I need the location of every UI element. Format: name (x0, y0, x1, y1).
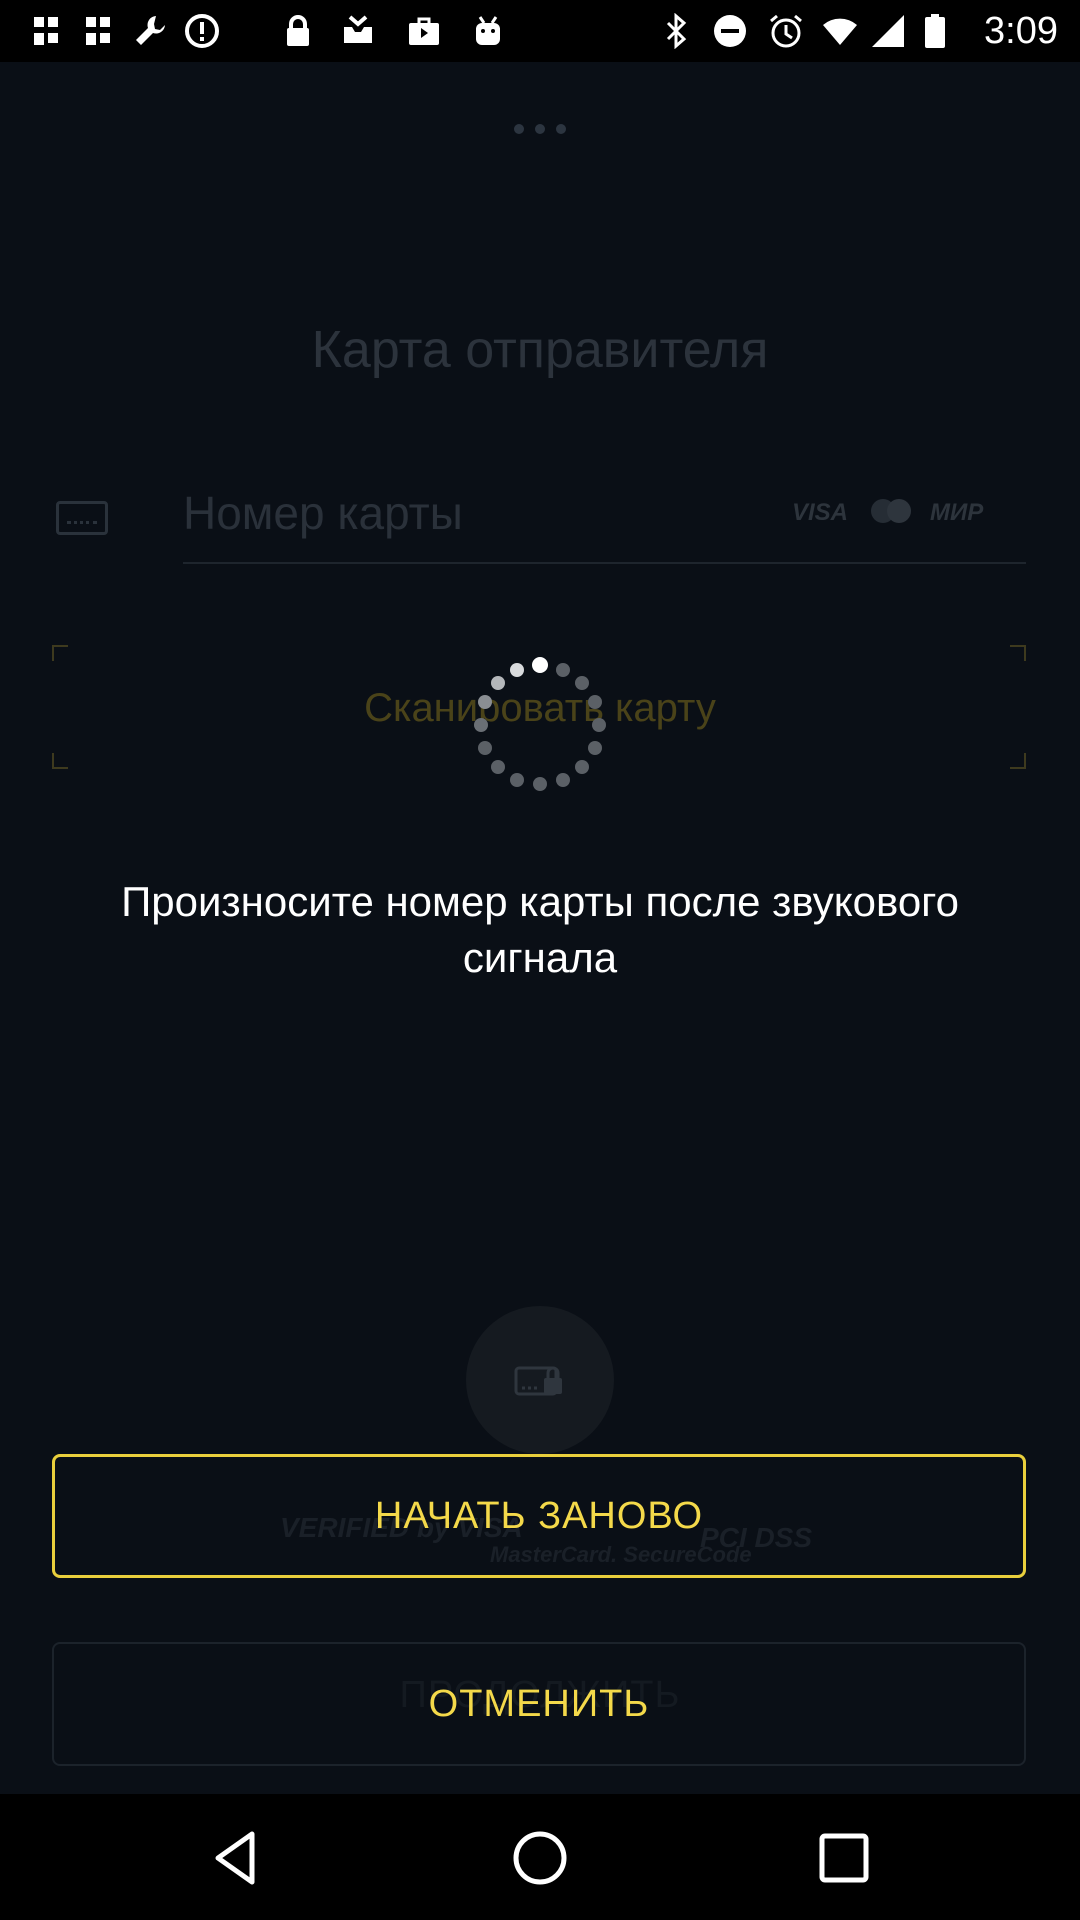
mir-logo: МИР (930, 499, 984, 526)
alarm-icon (770, 14, 802, 48)
card-entry-screen: Карта отправителя Номер карты VISA МИР С… (0, 62, 1080, 1794)
home-icon[interactable] (504, 1822, 576, 1894)
card-number-placeholder: Номер карты (183, 487, 463, 539)
more-dots-icon[interactable] (510, 122, 570, 136)
voice-instruction-text: Произносите номер карты после звукового … (121, 878, 959, 981)
android-icon (476, 16, 500, 45)
cancel-button[interactable]: ОТМЕНИТЬ (52, 1642, 1026, 1766)
mastercard-logo (871, 499, 911, 523)
restart-button[interactable]: НАЧАТЬ ЗАНОВО (52, 1454, 1026, 1578)
dnd-icon (714, 15, 746, 47)
back-icon[interactable] (200, 1822, 272, 1894)
recents-icon[interactable] (808, 1822, 880, 1894)
briefcase-icon (409, 17, 439, 45)
status-bar: 3:09 (0, 0, 1080, 62)
wrench-icon (136, 16, 165, 45)
slack-icon (86, 17, 110, 45)
alert-icon (185, 14, 219, 48)
loading-spinner-icon (474, 657, 606, 791)
bluetooth-icon (666, 13, 687, 49)
inbox-icon (344, 15, 372, 43)
slack-icon (34, 17, 58, 45)
signal-icon (872, 15, 904, 47)
battery-icon (925, 14, 945, 48)
card-icon (56, 501, 108, 535)
lock-icon (287, 15, 309, 46)
wifi-icon (823, 18, 857, 45)
visa-logo: VISA (792, 499, 849, 526)
card-lock-icon (466, 1306, 614, 1454)
page-title: Карта отправителя (311, 321, 769, 379)
status-time: 3:09 (984, 10, 1058, 52)
navigation-bar (0, 1794, 1080, 1920)
